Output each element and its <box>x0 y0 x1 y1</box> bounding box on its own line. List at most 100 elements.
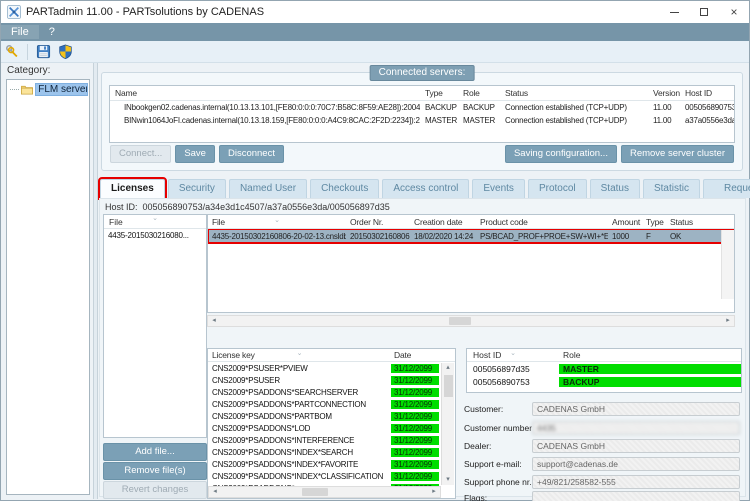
sort-indicator-icon: ⌄ <box>510 350 516 357</box>
license-row-selected[interactable]: 4435-20150302160806-20-02-13.cnsldb 2015… <box>208 228 734 244</box>
connect-button[interactable]: Connect... <box>110 145 172 163</box>
revert-changes-button[interactable]: Revert changes <box>103 481 207 499</box>
license-table-vscrollbar[interactable] <box>721 230 734 299</box>
remove-file-button[interactable]: Remove file(s) <box>103 462 207 480</box>
file-list-item[interactable]: 4435-2015030216080... <box>104 229 206 241</box>
license-key-row[interactable]: CNS2009*PSADDONS*PARTCONNECTION 31/12/209… <box>208 398 441 410</box>
tab-statistic[interactable]: Statistic <box>642 179 700 198</box>
save-icon <box>36 44 50 59</box>
license-key-row[interactable]: CNS2009*PSADDONS*INDEX*CLASSIFICATION 31/… <box>208 470 441 482</box>
close-button[interactable]: × <box>719 1 749 23</box>
host-role-row[interactable]: 005056897d35 MASTER <box>467 362 741 375</box>
tab-checkouts[interactable]: Checkouts <box>310 179 380 198</box>
license-key-hscrollbar[interactable]: ◂ ▸ <box>208 486 441 498</box>
col-order-nr[interactable]: Order Nr. <box>346 217 410 227</box>
license-key-row[interactable]: CNS2009*PSADDONS*INDEX*SEARCH 31/12/2099 <box>208 446 441 458</box>
app-icon <box>7 5 21 19</box>
scroll-right-icon[interactable]: ▸ <box>428 487 440 497</box>
col-status[interactable]: Status <box>500 88 648 98</box>
license-key-row[interactable]: CNS2009*PSADDONS*INDEX*FAVORITE 31/12/209… <box>208 458 441 470</box>
menu-help[interactable]: ? <box>39 25 65 39</box>
tree-item-flm-server[interactable]: FLM server <box>8 82 88 96</box>
menu-file[interactable]: File <box>1 25 39 39</box>
minimize-icon <box>669 11 679 13</box>
tab-status[interactable]: Status <box>589 179 640 198</box>
login-keys-button[interactable] <box>1 42 23 62</box>
app-window: PARTadmin 11.00 - PARTsolutions by CADEN… <box>0 0 750 501</box>
minimize-button[interactable] <box>659 1 689 23</box>
col-host-id[interactable]: Host ID ⌄ <box>467 350 559 360</box>
save-toolbar-button[interactable] <box>32 42 54 62</box>
maximize-icon <box>700 8 708 16</box>
license-key-row[interactable]: CNS2009*PSADDONS*SEARCHSERVER 31/12/2099 <box>208 386 441 398</box>
col-amount[interactable]: Amount <box>608 217 642 227</box>
save-server-button[interactable]: Save <box>175 145 215 163</box>
scroll-thumb[interactable] <box>443 375 453 397</box>
scroll-down-icon[interactable]: ▾ <box>442 475 454 485</box>
host-role-panel: Host ID ⌄ Role 005056897d35 MASTER 005056… <box>466 348 742 393</box>
col-status[interactable]: Status <box>666 217 722 227</box>
scroll-up-icon[interactable]: ▴ <box>442 363 454 373</box>
server-row[interactable]: BINwin1064JoFI.cadenas.internal(10.13.18… <box>110 114 734 127</box>
tab-protocol[interactable]: Protocol <box>527 179 587 198</box>
license-key-row[interactable]: CNS2009*PSUSER 31/12/2099 <box>208 374 441 386</box>
license-table: File ⌄ Order Nr. Creation date Product co… <box>207 214 735 313</box>
customer-number-label: Customer number: <box>464 422 532 433</box>
window-title: PARTadmin 11.00 - PARTsolutions by CADEN… <box>26 6 265 18</box>
col-product-code[interactable]: Product code <box>476 217 608 227</box>
host-id-line: Host ID: 005056890753/a34e3d1c4507/a37a05… <box>105 202 390 212</box>
server-row[interactable]: INbookgen02.cadenas.internal(10.13.13.10… <box>110 101 734 114</box>
support-email-field[interactable] <box>532 456 740 471</box>
col-type[interactable]: Type <box>642 217 666 227</box>
col-license-key[interactable]: License key ⌄ <box>208 350 391 360</box>
tab-licenses[interactable]: Licenses <box>98 177 167 200</box>
customer-number-field[interactable] <box>532 420 740 435</box>
remove-server-cluster-button[interactable]: Remove server cluster <box>620 145 734 163</box>
tab-access-control[interactable]: Access control <box>382 179 470 198</box>
tab-events[interactable]: Events <box>472 179 525 198</box>
flags-field[interactable] <box>532 490 740 501</box>
tree-connector <box>10 88 20 90</box>
support-email-label: Support e-mail: <box>464 458 522 469</box>
scroll-left-icon[interactable]: ◂ <box>209 487 221 497</box>
tab-security[interactable]: Security <box>167 179 226 198</box>
scroll-right-icon[interactable]: ▸ <box>722 316 734 326</box>
col-name[interactable]: Name <box>110 88 420 98</box>
col-creation-date[interactable]: Creation date <box>410 217 476 227</box>
license-key-row[interactable]: CNS2009*PSADDONS*LOD 31/12/2099 <box>208 422 441 434</box>
scroll-left-icon[interactable]: ◂ <box>208 316 220 326</box>
license-key-row[interactable]: CNS2009*PSADDONS*INTERFERENCE 31/12/2099 <box>208 434 441 446</box>
license-key-header: License key ⌄ Date <box>208 349 455 362</box>
flags-label: Flags: <box>464 492 488 501</box>
col-role[interactable]: Role <box>458 88 500 98</box>
license-key-row[interactable]: CNS2009*PSADDONS*PARTBOM 31/12/2099 <box>208 410 441 422</box>
tab-named-user[interactable]: Named User <box>228 179 308 198</box>
scroll-thumb[interactable] <box>302 488 329 496</box>
connected-servers-title: Connected servers: <box>369 65 475 81</box>
maximize-button[interactable] <box>689 1 719 23</box>
scroll-thumb[interactable] <box>448 317 471 325</box>
tab-request-licenses-online[interactable]: Request licenses online <box>703 179 750 198</box>
license-table-hscrollbar[interactable]: ◂ ▸ <box>207 315 735 327</box>
saving-configuration-button[interactable]: Saving configuration... <box>504 145 617 163</box>
host-role-row[interactable]: 005056890753 BACKUP <box>467 375 741 388</box>
keys-icon <box>5 45 17 58</box>
col-host-id[interactable]: Host ID <box>680 88 734 98</box>
admin-shield-button[interactable] <box>54 42 76 62</box>
col-type[interactable]: Type <box>420 88 458 98</box>
category-tree: FLM server <box>6 79 90 495</box>
dealer-field[interactable] <box>532 438 740 453</box>
col-date[interactable]: Date <box>391 350 439 360</box>
category-label: Category: <box>7 65 51 76</box>
license-key-row[interactable]: CNS2009*PSUSER*PVIEW 31/12/2099 <box>208 362 441 374</box>
col-version[interactable]: Version <box>648 88 680 98</box>
customer-field[interactable] <box>532 401 740 416</box>
support-phone-field[interactable] <box>532 474 740 489</box>
license-key-vscrollbar[interactable]: ▴ ▾ <box>441 363 454 485</box>
col-role[interactable]: Role <box>559 350 741 360</box>
file-list-header[interactable]: File ⌄ <box>104 215 206 229</box>
add-file-button[interactable]: Add file... <box>103 443 207 461</box>
disconnect-button[interactable]: Disconnect <box>218 145 284 163</box>
sort-indicator-icon: ⌄ <box>296 350 303 357</box>
col-file[interactable]: File ⌄ <box>208 217 346 227</box>
